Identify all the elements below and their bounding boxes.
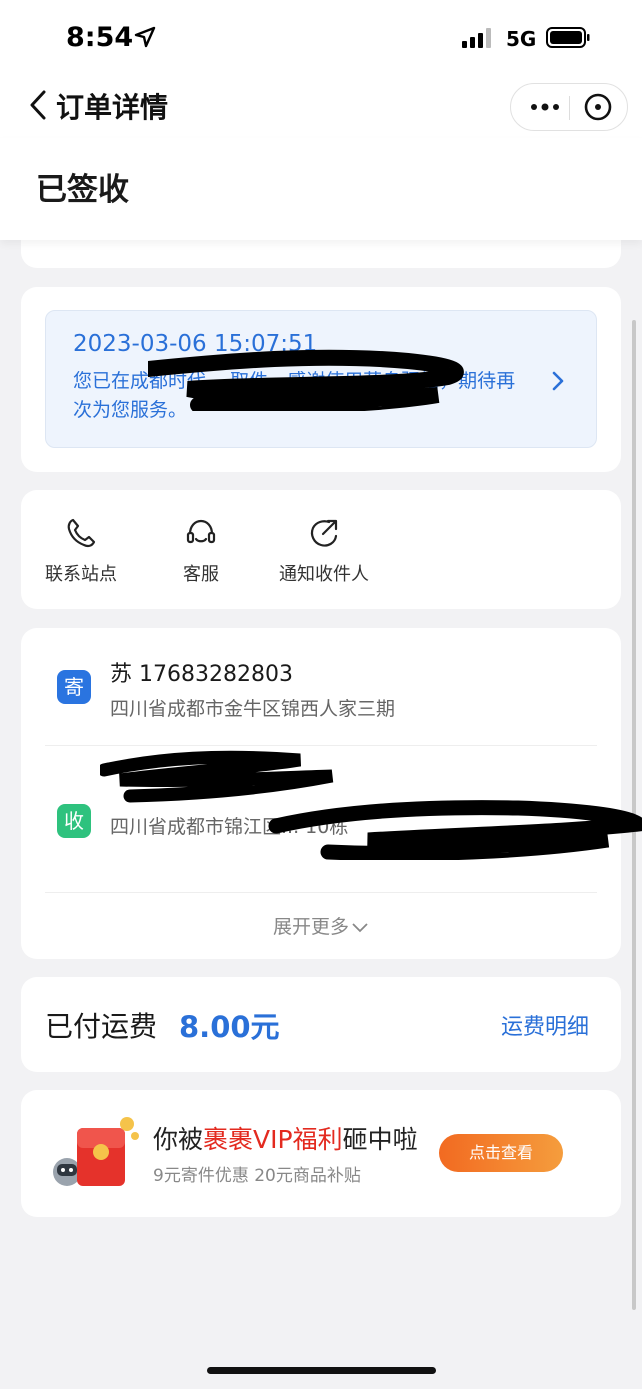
promo-title-pre: 你被 (153, 1125, 204, 1154)
notify-recipient-button[interactable]: 通知收件人 (269, 516, 379, 586)
status-bar: 8:54 5G (0, 0, 642, 76)
network-type: 5G (506, 27, 537, 51)
receiver-tag: 收 (57, 804, 91, 838)
divider (45, 745, 597, 746)
nav-bar: 订单详情 (0, 76, 642, 138)
red-envelope-mascot-icon (53, 1117, 139, 1186)
order-status: 已签收 (36, 172, 129, 208)
fee-card: 已付运费 8.00元 运费明细 (21, 977, 621, 1072)
sender-address: 四川省成都市金牛区锦西人家三期 (110, 698, 396, 720)
clock: 8:54 (66, 22, 134, 53)
expand-more-button[interactable]: 展开更多 (21, 912, 621, 939)
chevron-down-icon (352, 922, 368, 932)
redaction-scribble (148, 349, 464, 411)
location-arrow-icon (134, 26, 156, 48)
order-status-header: 已签收 (0, 138, 642, 240)
action-label: 客服 (183, 564, 219, 585)
promo-title-post: 砸中啦 (342, 1125, 418, 1154)
promo-banner[interactable]: 你被裹裹VIP福利砸中啦 9元寄件优惠 20元商品补贴 点击查看 (21, 1090, 621, 1217)
promo-title-highlight: 裹裹VIP福利 (203, 1125, 343, 1154)
action-label: 联系站点 (45, 564, 117, 585)
sender-tag: 寄 (57, 670, 91, 704)
battery-icon (546, 27, 590, 48)
more-dots-icon[interactable] (529, 98, 561, 116)
promo-subtitle: 9元寄件优惠 20元商品补贴 (153, 1166, 361, 1186)
divider (45, 892, 597, 893)
action-label: 通知收件人 (279, 564, 369, 585)
redaction-scribble (268, 800, 642, 860)
headset-icon (186, 519, 216, 544)
close-circle-icon[interactable] (583, 92, 613, 122)
expand-label: 展开更多 (272, 916, 349, 938)
fee-detail-link[interactable]: 运费明细 (501, 1009, 589, 1041)
contact-station-button[interactable]: 联系站点 (41, 516, 121, 586)
phone-icon (67, 518, 96, 548)
fee-amount: 8.00元 (179, 1010, 280, 1044)
sender-name-phone: 苏 17683282803 (110, 662, 293, 687)
fee-label: 已付运费 (45, 1010, 158, 1043)
back-chevron-icon[interactable] (24, 88, 52, 122)
page-title: 订单详情 (56, 91, 169, 124)
promo-view-button[interactable]: 点击查看 (439, 1134, 563, 1172)
home-indicator[interactable] (207, 1367, 436, 1374)
chevron-right-icon (552, 371, 564, 391)
share-icon (310, 519, 338, 547)
cellular-signal-icon (462, 28, 491, 48)
miniapp-capsule (510, 83, 628, 131)
customer-service-button[interactable]: 客服 (161, 516, 241, 586)
promo-title: 你被裹裹VIP福利砸中啦 (153, 1120, 418, 1156)
capsule-divider (569, 96, 570, 120)
actions-card: 联系站点 客服 通知收件人 (21, 490, 621, 609)
